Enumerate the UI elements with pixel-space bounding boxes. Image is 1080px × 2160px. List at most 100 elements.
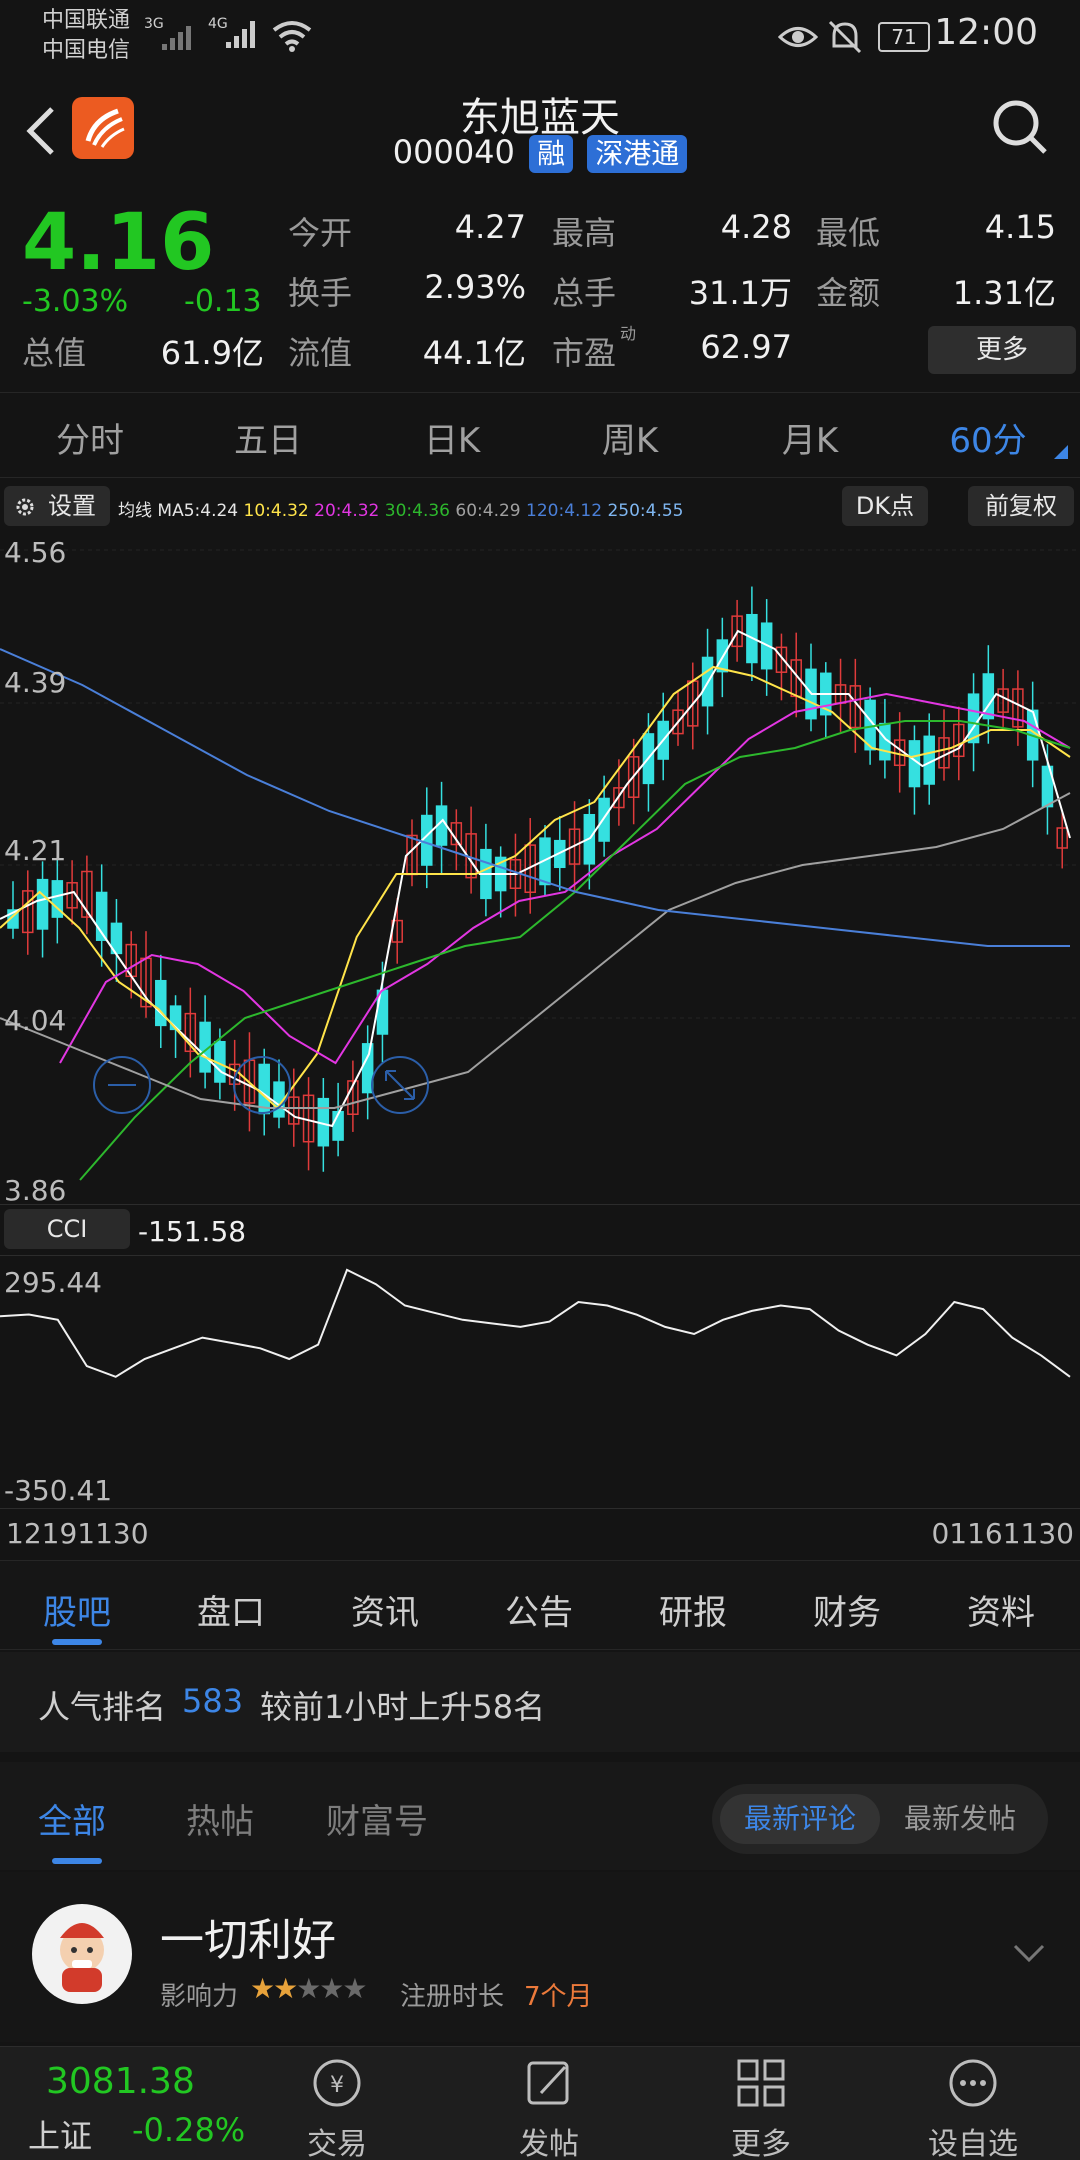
- rank-number: 583: [182, 1682, 244, 1720]
- sort-toggle: 最新评论 最新发帖: [712, 1784, 1048, 1854]
- influence-stars: ★★★★★: [250, 1972, 368, 2005]
- cci-button[interactable]: CCI: [4, 1209, 130, 1249]
- pe-value: 62.97: [700, 328, 792, 366]
- period-tabs: 分时 五日 日K 周K 月K 60分: [0, 392, 1080, 478]
- float-value: 44.1亿: [422, 334, 526, 372]
- pe-superscript: 动: [620, 324, 637, 343]
- ma120-value: 120:4.12: [526, 501, 603, 521]
- register-value: 7个月: [524, 1982, 593, 2012]
- low-value: 4.15: [984, 208, 1056, 246]
- volume-value: 31.1万: [688, 274, 792, 312]
- end-date: 01161130: [931, 1517, 1074, 1550]
- low-label: 最低: [816, 214, 881, 252]
- nav-trade-label: 交易: [307, 2127, 367, 2160]
- bottom-nav: 3081.38 上证 -0.28% ¥ 交易 发帖 更多 设自选: [0, 2046, 1080, 2160]
- cci-header: CCI -151.58: [0, 1204, 1080, 1256]
- price-tick-5: 3.86: [4, 1174, 67, 1207]
- turnover-label: 换手: [288, 274, 353, 312]
- price-tick-3: 4.21: [4, 834, 67, 867]
- battery-icon: 71: [878, 22, 930, 52]
- nav-watchlist[interactable]: 设自选: [898, 2055, 1048, 2160]
- nav-more-label: 更多: [731, 2127, 791, 2160]
- connect-tag: 深港通: [587, 135, 688, 173]
- index-ticker[interactable]: 3081.38 上证 -0.28%: [0, 2047, 245, 2160]
- dk-button[interactable]: DK点: [842, 486, 928, 526]
- nav-post[interactable]: 发帖: [474, 2055, 624, 2160]
- post-author[interactable]: 一切利好: [160, 1904, 336, 1968]
- ma-title: 均线: [118, 501, 152, 521]
- edit-icon: [527, 2061, 569, 2105]
- latest-comment-button[interactable]: 最新评论: [720, 1794, 880, 1844]
- search-icon[interactable]: [990, 97, 1050, 159]
- ma-line-120: [0, 648, 1070, 947]
- ma-legend: 均线 MA5:4.24 10:4.32 20:4.32 30:4.36 60:4…: [118, 496, 683, 521]
- rank-change: 较前1小时上升58名: [260, 1688, 546, 1726]
- total-value-label: 总值: [22, 334, 87, 372]
- settings-label: 设置: [48, 492, 96, 520]
- dropdown-corner-icon: [1054, 445, 1068, 459]
- expand-arrows: [385, 1070, 415, 1100]
- more-button[interactable]: 更多: [928, 326, 1076, 374]
- tab-month-k[interactable]: 月K: [730, 413, 890, 462]
- wifi-icon: [272, 21, 312, 52]
- change-percent: -3.03%: [22, 284, 129, 319]
- popularity-rank[interactable]: 人气排名 583 较前1小时上升58名: [0, 1652, 1080, 1752]
- clock: 12:00: [934, 12, 1038, 53]
- amount-value: 1.31亿: [952, 274, 1056, 312]
- ma-line-60: [0, 792, 1071, 1109]
- svg-text:¥: ¥: [330, 2073, 344, 2098]
- stars-filled: ★★: [250, 1972, 298, 2005]
- cci-chart[interactable]: [0, 1258, 1080, 1508]
- nav-post-label: 发帖: [519, 2127, 579, 2160]
- total-value: 61.9亿: [160, 334, 264, 372]
- stars-empty: ★★★: [296, 1972, 367, 2005]
- dots-icon: [949, 2059, 997, 2107]
- tab-orderbook[interactable]: 盘口: [176, 1585, 286, 1634]
- nav-trade[interactable]: ¥ 交易: [262, 2055, 412, 2160]
- current-price: 4.16: [22, 198, 215, 288]
- tab-news[interactable]: 资讯: [330, 1585, 440, 1634]
- nav-more[interactable]: 更多: [686, 2055, 836, 2160]
- tab-profile[interactable]: 资料: [946, 1585, 1056, 1634]
- nav-watchlist-label: 设自选: [928, 2127, 1018, 2160]
- info-tabs: 股吧 盘口 资讯 公告 研报 财务 资料: [0, 1560, 1080, 1650]
- tab-week-k[interactable]: 周K: [550, 413, 710, 462]
- avatar[interactable]: [32, 1904, 132, 2004]
- carrier-1: 中国联通: [42, 8, 131, 33]
- post-item[interactable]: 一切利好 影响力 ★★★★★ 注册时长 7个月: [0, 1872, 1080, 2042]
- cci-value: -151.58: [138, 1215, 247, 1248]
- tab-minute[interactable]: 分时: [10, 413, 170, 462]
- settings-button[interactable]: 设置: [4, 486, 110, 526]
- ma250-value: 250:4.55: [607, 501, 684, 521]
- influence-label: 影响力: [160, 1982, 239, 2012]
- eye-icon: [778, 27, 818, 47]
- kline-chart[interactable]: [0, 530, 1080, 1202]
- price-tick-2: 4.39: [4, 666, 67, 699]
- ma5-value: MA5:4.24: [157, 501, 239, 521]
- status-bar: 中国联通 中国电信 3G 4G 71 12:00: [0, 0, 1080, 75]
- cci-min: -350.41: [4, 1474, 113, 1507]
- tab-indicator: [52, 1639, 102, 1645]
- chart-toolbar: 设置 均线 MA5:4.24 10:4.32 20:4.32 30:4.36 6…: [0, 480, 1080, 530]
- tab-finance[interactable]: 财务: [792, 1585, 902, 1634]
- date-axis: 12191130 01161130: [0, 1508, 1080, 1558]
- tab-hot[interactable]: 热帖: [186, 1794, 254, 1843]
- tab-wealth[interactable]: 财富号: [326, 1794, 428, 1843]
- tab-forum[interactable]: 股吧: [22, 1585, 132, 1634]
- tab-day-k[interactable]: 日K: [372, 413, 532, 462]
- tab-60min[interactable]: 60分: [908, 413, 1068, 462]
- ma30-value: 30:4.36: [384, 501, 450, 521]
- rank-prefix: 人气排名: [38, 1688, 167, 1726]
- post-filter-tabs: 全部 热帖 财富号 最新评论 最新发帖: [0, 1762, 1080, 1870]
- tab-all[interactable]: 全部: [38, 1794, 106, 1843]
- volume-label: 总手: [552, 274, 617, 312]
- latest-post-button[interactable]: 最新发帖: [880, 1794, 1040, 1844]
- stock-code: 000040: [392, 133, 515, 171]
- tab-five-day[interactable]: 五日: [188, 413, 348, 462]
- ma20-value: 20:4.32: [314, 501, 380, 521]
- tab-research[interactable]: 研报: [638, 1585, 748, 1634]
- cci-line: [0, 1268, 1071, 1378]
- adjust-button[interactable]: 前复权: [968, 486, 1074, 526]
- tab-notices[interactable]: 公告: [484, 1585, 594, 1634]
- chevron-down-icon[interactable]: [1012, 1942, 1046, 1964]
